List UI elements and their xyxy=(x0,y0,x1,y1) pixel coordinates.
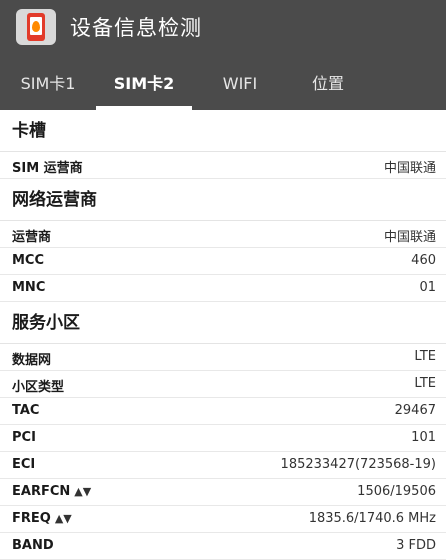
tab-location[interactable]: 位置 xyxy=(280,62,376,110)
info-row-cell-type: 小区类型 LTE xyxy=(0,371,446,398)
info-row-earfcn[interactable]: EARFCN ▲▼ 1506/19506 xyxy=(0,479,446,506)
info-list: 卡槽 SIM 运营商 中国联通 网络运营商 运营商 中国联通 MCC 460 M… xyxy=(0,110,446,560)
row-label: MCC xyxy=(12,253,45,268)
row-label: FREQ xyxy=(12,511,51,526)
tab-sim1[interactable]: SIM卡1 xyxy=(0,62,96,110)
row-value: 中国联通 xyxy=(383,161,436,176)
phone-fire-icon xyxy=(16,9,56,45)
section-title-operator: 网络运营商 xyxy=(0,179,446,221)
sort-arrows-icon[interactable]: ▲▼ xyxy=(74,485,91,498)
info-row-mnc: MNC 01 xyxy=(0,275,446,302)
row-label: ECI xyxy=(12,457,36,472)
row-label: PCI xyxy=(12,430,36,445)
app-bar: 设备信息检测 SIM卡1 SIM卡2 WIFI 位置 xyxy=(0,0,446,110)
title-bar: 设备信息检测 xyxy=(0,0,446,56)
row-label: BAND xyxy=(12,538,54,553)
tab-sim2[interactable]: SIM卡2 xyxy=(96,62,192,110)
row-value: 01 xyxy=(419,280,436,295)
row-label: 数据网 xyxy=(12,353,52,368)
info-row-sim-operator: SIM 运营商 中国联通 xyxy=(0,152,446,179)
row-label: 运营商 xyxy=(12,230,52,245)
row-label: TAC xyxy=(12,403,40,418)
row-label: EARFCN xyxy=(12,484,71,499)
flame-icon xyxy=(32,21,40,32)
sort-arrows-icon[interactable]: ▲▼ xyxy=(55,512,72,525)
row-value: LTE xyxy=(414,349,436,364)
info-row-band: BAND 3 FDD xyxy=(0,533,446,560)
row-value: 中国联通 xyxy=(383,230,436,245)
row-label: 小区类型 xyxy=(12,380,65,395)
row-label: MNC xyxy=(12,280,46,295)
row-value: 460 xyxy=(411,253,436,268)
app-title: 设备信息检测 xyxy=(70,16,202,40)
info-row-pci: PCI 101 xyxy=(0,425,446,452)
row-label-with-sort: FREQ ▲▼ xyxy=(12,511,72,526)
section-title-serving-cell: 服务小区 xyxy=(0,302,446,344)
tab-bar: SIM卡1 SIM卡2 WIFI 位置 xyxy=(0,62,446,110)
row-label-with-sort: EARFCN ▲▼ xyxy=(12,484,91,499)
row-value: 101 xyxy=(411,430,436,445)
row-value: LTE xyxy=(414,376,436,391)
row-value: 1835.6/1740.6 MHz xyxy=(308,511,436,526)
info-row-data-network: 数据网 LTE xyxy=(0,344,446,371)
row-value: 3 FDD xyxy=(396,538,436,553)
info-row-mcc: MCC 460 xyxy=(0,248,446,275)
row-value: 29467 xyxy=(394,403,436,418)
info-row-eci: ECI 185233427(723568-19) xyxy=(0,452,446,479)
info-row-tac: TAC 29467 xyxy=(0,398,446,425)
row-value: 1506/19506 xyxy=(357,484,436,499)
info-row-freq[interactable]: FREQ ▲▼ 1835.6/1740.6 MHz xyxy=(0,506,446,533)
row-value: 185233427(723568-19) xyxy=(280,457,436,472)
row-label: SIM 运营商 xyxy=(12,161,83,176)
info-row-operator: 运营商 中国联通 xyxy=(0,221,446,248)
tab-wifi[interactable]: WIFI xyxy=(192,62,288,110)
section-title-slot: 卡槽 xyxy=(0,110,446,152)
